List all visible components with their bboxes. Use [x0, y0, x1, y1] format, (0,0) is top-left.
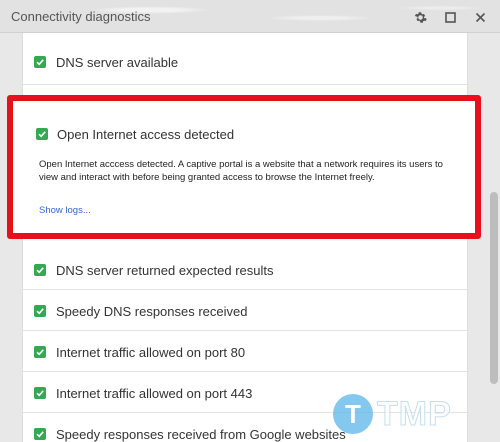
- window-title: Connectivity diagnostics: [11, 9, 151, 24]
- list-item[interactable]: Internet traffic allowed on port 80: [23, 331, 469, 372]
- checkmark-icon: [34, 264, 46, 276]
- check-label: DNS server returned expected results: [56, 263, 274, 278]
- highlighted-description: Open Internet acccess detected. A captiv…: [39, 159, 443, 183]
- check-label: Speedy responses received from Google we…: [56, 427, 346, 442]
- watermark-circle: T: [333, 394, 373, 434]
- checkmark-icon: [34, 387, 46, 399]
- check-label: Internet traffic allowed on port 80: [56, 345, 246, 360]
- watermark-text: TMP: [377, 394, 452, 433]
- show-logs-link[interactable]: Show logs...: [39, 205, 91, 216]
- checkmark-icon: [34, 56, 46, 68]
- title-bar: Connectivity diagnostics: [0, 0, 500, 33]
- close-button[interactable]: [470, 7, 490, 27]
- checkmark-icon: [36, 128, 48, 140]
- highlighted-title: Open Internet access detected: [57, 127, 235, 142]
- check-label: Internet traffic allowed on port 443: [56, 386, 253, 401]
- checkmark-icon: [34, 305, 46, 317]
- scrollbar-thumb[interactable]: [490, 192, 498, 384]
- gear-icon: [414, 11, 427, 23]
- maximize-button[interactable]: [440, 7, 460, 27]
- checkmark-icon: [34, 428, 46, 440]
- list-item[interactable]: DNS server available: [23, 33, 469, 85]
- list-item[interactable]: Speedy DNS responses received: [23, 290, 469, 331]
- maximize-icon: [444, 11, 456, 23]
- close-icon: [475, 12, 485, 22]
- check-label: DNS server available: [56, 55, 179, 70]
- highlighted-item[interactable]: Open Internet access detected Open Inter…: [7, 95, 481, 239]
- watermark-logo: T TMP: [333, 388, 483, 440]
- settings-button[interactable]: [410, 7, 430, 27]
- list-item[interactable]: DNS server returned expected results: [23, 250, 469, 290]
- check-label: Speedy DNS responses received: [56, 304, 248, 319]
- checkmark-icon: [34, 346, 46, 358]
